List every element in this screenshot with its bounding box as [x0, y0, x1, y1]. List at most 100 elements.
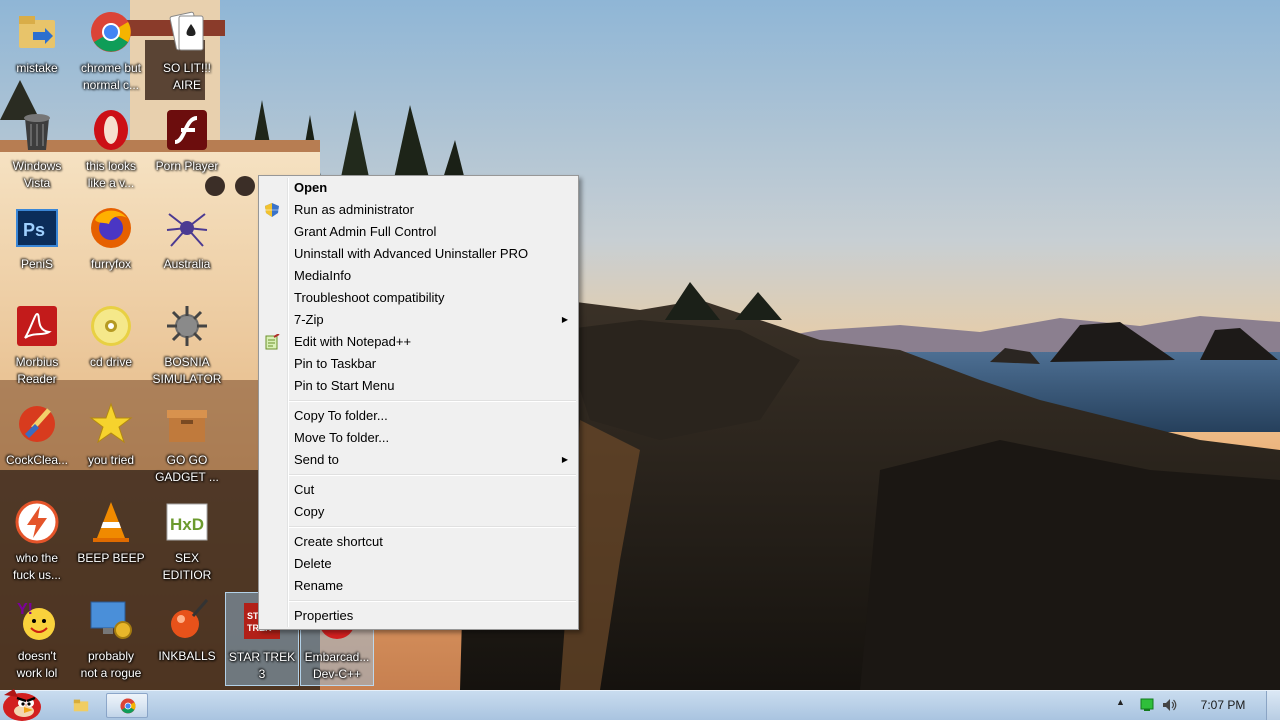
menu-item-label: Pin to Start Menu: [294, 378, 395, 393]
taskbar-clock[interactable]: 7:07 PM: [1188, 691, 1258, 720]
desktop-icon[interactable]: furryfox: [74, 200, 148, 294]
desktop-icon[interactable]: who the fuck us...: [0, 494, 74, 588]
uac-shield-icon: [265, 203, 279, 217]
desktop-icon[interactable]: probably not a rogue: [74, 592, 148, 686]
opera-icon: [94, 110, 128, 150]
menu-item-move-to-folder[interactable]: Move To folder...: [259, 427, 578, 449]
desktop-icon-label: doesn't work lol: [16, 649, 58, 680]
menu-item-create-shortcut[interactable]: Create shortcut: [259, 531, 578, 553]
taskbar-button-chrome[interactable]: [106, 693, 148, 718]
menu-item-edit-with-notepad[interactable]: Edit with Notepad++: [259, 331, 578, 353]
menu-item-properties[interactable]: Properties: [259, 605, 578, 627]
yahoo-messenger-icon: Y!: [17, 601, 55, 640]
menu-item-label: Properties: [294, 608, 354, 623]
desktop-icon[interactable]: INKBALLS: [150, 592, 224, 686]
desktop-icon[interactable]: CockClea...: [0, 396, 74, 490]
desktop-icon-label: who the fuck us...: [12, 551, 62, 582]
desktop-icon[interactable]: Y! doesn't work lol: [0, 592, 74, 686]
menu-item-troubleshoot-compatibility[interactable]: Troubleshoot compatibility: [259, 287, 578, 309]
menu-item-mediainfo[interactable]: MediaInfo: [259, 265, 578, 287]
menu-item-cut[interactable]: Cut: [259, 479, 578, 501]
spider-solitaire-icon: [166, 213, 208, 247]
menu-item-7-zip[interactable]: 7-Zip ▶: [259, 309, 578, 331]
menu-separator: [259, 597, 578, 605]
menu-item-open[interactable]: Open: [259, 177, 578, 199]
menu-item-pin-to-start-menu[interactable]: Pin to Start Menu: [259, 375, 578, 397]
ccleaner-icon: [19, 406, 55, 442]
menu-item-send-to[interactable]: Send to ▶: [259, 449, 578, 471]
menu-item-pin-to-taskbar[interactable]: Pin to Taskbar: [259, 353, 578, 375]
desktop-icon[interactable]: this looks like a v...: [74, 102, 148, 196]
desktop-icon-label: SO LIT!!! AIRE: [162, 61, 211, 92]
spiked-mine-icon: [167, 306, 207, 346]
desktop-icon[interactable]: Ps PeniS: [0, 200, 74, 294]
submenu-arrow-icon: ▶: [561, 455, 568, 464]
desktop[interactable]: mistake chrome but normal c... SO LIT!!! A…: [0, 0, 1280, 690]
cd-drive-icon: [91, 306, 131, 346]
desktop-icon-label: GO GO GADGET ...: [155, 453, 219, 484]
desktop-icon-label: chrome but normal c...: [80, 61, 142, 92]
desktop-icon-label: Porn Player: [155, 159, 219, 173]
desktop-icon[interactable]: HxD SEX EDITIOR: [150, 494, 224, 588]
hxd-editor-icon: HxD: [166, 503, 208, 541]
desktop-icon-label: Windows Vista: [12, 159, 62, 190]
desktop-icon[interactable]: you tried: [74, 396, 148, 490]
vlc-cone-icon: [93, 502, 129, 542]
menu-item-delete[interactable]: Delete: [259, 553, 578, 575]
menu-item-label: Move To folder...: [294, 430, 390, 445]
desktop-icon[interactable]: Australia: [150, 200, 224, 294]
menu-item-label: Rename: [294, 578, 344, 593]
desktop-icon[interactable]: BOSNIA SIMULATOR: [150, 298, 224, 392]
desktop-icon[interactable]: BEEP BEEP: [74, 494, 148, 588]
desktop-icon[interactable]: cd drive: [74, 298, 148, 392]
desktop-icon[interactable]: Morbius Reader: [0, 298, 74, 392]
firefox-icon: [91, 208, 131, 248]
desktop-icon-label: this looks like a v...: [85, 159, 137, 190]
desktop-icon-label: SEX EDITIOR: [162, 551, 212, 582]
desktop-icon-label: furryfox: [90, 257, 131, 271]
taskbar-button-explorer-folder[interactable]: [60, 693, 102, 718]
desktop-icon[interactable]: chrome but normal c...: [74, 4, 148, 98]
lightning-icon: [15, 500, 59, 544]
menu-item-label: Cut: [294, 482, 315, 497]
network-icon[interactable]: [1140, 698, 1154, 712]
volume-icon[interactable]: [1162, 698, 1178, 712]
menu-item-run-as-administrator[interactable]: Run as administrator: [259, 199, 578, 221]
chrome-icon: [120, 698, 136, 714]
show-hidden-icons-button[interactable]: ▲: [1116, 697, 1125, 707]
menu-separator: [259, 523, 578, 531]
menu-separator: [259, 471, 578, 479]
desktop-icon[interactable]: Windows Vista: [0, 102, 74, 196]
menu-item-rename[interactable]: Rename: [259, 575, 578, 597]
desktop-icon-label: Australia: [163, 257, 211, 271]
desktop-icon[interactable]: Porn Player: [150, 102, 224, 196]
taskbar: ▲ 7:07 PM: [0, 689, 1280, 721]
desktop-icon-label: CockClea...: [5, 453, 69, 467]
menu-item-label: Create shortcut: [294, 534, 383, 549]
desktop-icon[interactable]: mistake: [0, 4, 74, 98]
desktop-icon[interactable]: GO GO GADGET ...: [150, 396, 224, 490]
desktop-icon-label: BEEP BEEP: [77, 551, 145, 565]
menu-item-label: Run as administrator: [294, 202, 414, 217]
desktop-icon-label: Morbius Reader: [15, 355, 59, 386]
explorer-folder-icon: [73, 699, 89, 712]
submenu-arrow-icon: ▶: [561, 315, 568, 324]
desktop-icon-label: mistake: [16, 61, 58, 75]
start-button[interactable]: [0, 685, 50, 721]
inkball-icon: [171, 599, 209, 638]
show-desktop-button[interactable]: [1266, 691, 1280, 720]
menu-item-copy-to-folder[interactable]: Copy To folder...: [259, 405, 578, 427]
menu-item-label: Copy To folder...: [294, 408, 388, 423]
menu-item-label: Troubleshoot compatibility: [294, 290, 445, 305]
desktop-icon-label: BOSNIA SIMULATOR: [152, 355, 222, 386]
menu-item-uninstall-with-advanced-uninstaller-pro[interactable]: Uninstall with Advanced Uninstaller PRO: [259, 243, 578, 265]
desktop-icon-label: you tried: [87, 453, 135, 467]
menu-item-grant-admin-full-control[interactable]: Grant Admin Full Control: [259, 221, 578, 243]
menu-separator: [259, 397, 578, 405]
menu-item-copy[interactable]: Copy: [259, 501, 578, 523]
gadget-box-icon: [167, 410, 207, 442]
desktop-icon-label: Embarcad... Dev-C++: [304, 650, 370, 681]
desktop-icon[interactable]: SO LIT!!! AIRE: [150, 4, 224, 98]
monitor-gears-icon: [90, 601, 132, 639]
menu-item-label: 7-Zip: [294, 312, 324, 327]
